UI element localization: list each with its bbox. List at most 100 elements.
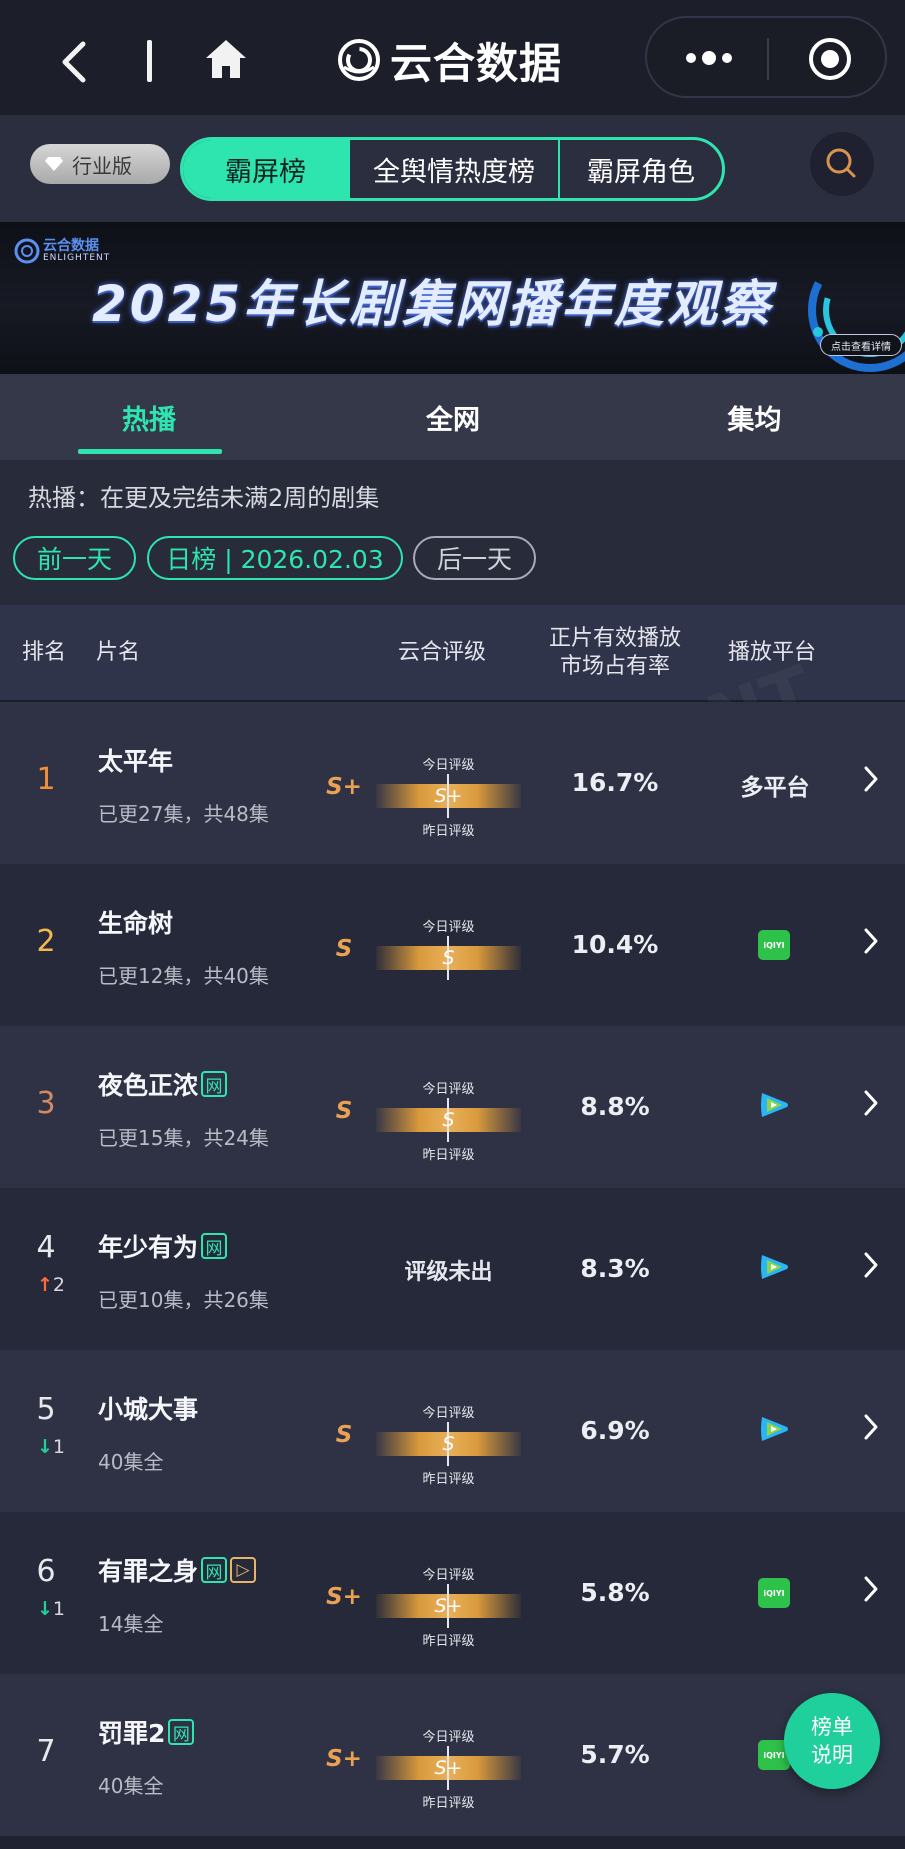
rank-change-value: 2 xyxy=(52,1274,65,1296)
top-nav-bar: 云合数据 xyxy=(0,0,905,115)
tab-hot[interactable]: 热播 xyxy=(0,374,302,460)
date-picker-button[interactable]: 日榜 | 2026.02.03 xyxy=(147,536,403,580)
tab-hot-label: 热播 xyxy=(122,404,176,436)
show-title: 生命树 xyxy=(98,909,174,938)
today-rating-label: 今日评级 xyxy=(422,920,475,935)
chevron-right-icon[interactable] xyxy=(862,1250,880,1280)
grade-label: S xyxy=(335,1422,353,1448)
ranking-description: 热播：在更及完结未满2周的剧集 xyxy=(28,484,380,512)
chevron-right-icon[interactable] xyxy=(862,1412,880,1442)
tencent-video-icon xyxy=(761,1093,788,1117)
show-title: 太平年 xyxy=(98,747,174,776)
episode-status: 14集全 xyxy=(98,1612,164,1636)
show-title: 小城大事 xyxy=(98,1395,199,1424)
show-title-wrap: 太平年 xyxy=(98,742,173,778)
web-drama-tag: 网 xyxy=(201,1233,228,1259)
banner-view-details-button[interactable]: 点击查看详情 xyxy=(820,334,902,356)
chevron-right-icon[interactable] xyxy=(862,1574,880,1604)
chevron-left-icon[interactable] xyxy=(55,38,95,86)
rank-change-value: 1 xyxy=(52,1436,65,1458)
header-rating: 云合评级 xyxy=(398,640,487,665)
ranking-type-segment: 霸屏榜 全舆情热度榜 霸屏角色 xyxy=(180,137,725,201)
header-title: 片名 xyxy=(96,640,141,665)
app-title-text: 云合数据 xyxy=(390,38,563,88)
tab-all-network-label: 全网 xyxy=(426,404,480,436)
rating-value: S xyxy=(442,947,455,969)
header-market-share: 正片有效播放 市场占有率 xyxy=(540,625,690,681)
more-dots-icon[interactable] xyxy=(681,50,737,66)
table-row[interactable]: 6 ↓1 有罪之身 网 ▷ 14集全 S+ 今日评级 S+ 昨日评级 5.8% … xyxy=(0,1512,905,1674)
nav-divider xyxy=(147,40,152,82)
rating-value: S xyxy=(442,1109,455,1131)
grade-label: S xyxy=(335,936,353,962)
rating-value: S+ xyxy=(434,1757,463,1779)
yesterday-rating-label: 昨日评级 xyxy=(422,1472,475,1487)
today-rating-label: 今日评级 xyxy=(422,1406,475,1421)
tencent-video-icon xyxy=(761,1255,788,1279)
episode-status: 已更12集，共40集 xyxy=(98,964,269,988)
chevron-right-icon[interactable] xyxy=(862,1088,880,1118)
active-tab-indicator xyxy=(78,449,222,454)
show-title-wrap: 有罪之身 网 ▷ xyxy=(98,1552,257,1588)
rank-number: 5 xyxy=(36,1392,56,1427)
table-row[interactable]: 4 ↑2 年少有为 网 已更10集，共26集 评级未出 8.3% xyxy=(0,1188,905,1350)
episode-status: 已更27集，共48集 xyxy=(98,802,269,826)
rating-value: S+ xyxy=(434,1595,463,1617)
rank-change: ↓1 xyxy=(26,1598,76,1620)
web-drama-tag: 网 xyxy=(201,1071,228,1097)
iqiyi-icon: iQIYI xyxy=(758,930,790,960)
market-share: 10.4% xyxy=(571,930,659,959)
banner-logo-text: 云合数据 xyxy=(43,238,99,254)
segment-sentiment-heat[interactable]: 全舆情热度榜 xyxy=(348,140,558,198)
market-share: 6.9% xyxy=(580,1416,650,1445)
rating-indicator: 今日评级 S+ 昨日评级 xyxy=(376,748,521,848)
home-icon[interactable] xyxy=(203,36,249,82)
enlightent-logo-icon xyxy=(14,238,40,264)
show-title-wrap: 小城大事 xyxy=(98,1390,198,1426)
table-header: 排名 片名 云合评级 正片有效播放 市场占有率 播放平台 xyxy=(0,605,905,702)
table-row[interactable]: 5 ↓1 小城大事 40集全 S 今日评级 S 昨日评级 6.9% xyxy=(0,1350,905,1512)
table-row[interactable]: 7 罚罪2 网 40集全 S+ 今日评级 S+ 昨日评级 5.7% iQIYI xyxy=(0,1674,905,1836)
rating-indicator: 今日评级 S+ 昨日评级 xyxy=(376,1720,521,1820)
arrow-down-icon: ↓ xyxy=(36,1436,53,1458)
previous-day-button[interactable]: 前一天 xyxy=(13,536,136,580)
category-bar: 行业版 霸屏榜 全舆情热度榜 霸屏角色 xyxy=(0,115,905,222)
industry-edition-badge[interactable]: 行业版 xyxy=(30,144,170,184)
target-icon[interactable] xyxy=(807,36,853,82)
show-title-wrap: 罚罪2 网 xyxy=(98,1714,195,1750)
rank-number: 7 xyxy=(36,1734,56,1769)
market-share: 5.7% xyxy=(580,1740,650,1769)
today-rating-label: 今日评级 xyxy=(422,1082,475,1097)
segment-top-characters[interactable]: 霸屏角色 xyxy=(558,140,722,198)
chevron-right-icon[interactable] xyxy=(862,764,880,794)
rank-number: 3 xyxy=(36,1086,56,1121)
rank-change: ↑2 xyxy=(26,1274,76,1296)
rating-not-available: 评级未出 xyxy=(404,1260,493,1285)
show-title-wrap: 夜色正浓 网 xyxy=(98,1066,228,1102)
yesterday-rating-label: 昨日评级 xyxy=(422,824,475,839)
next-day-button[interactable]: 后一天 xyxy=(413,536,536,580)
tab-all-network[interactable]: 全网 xyxy=(302,374,604,460)
grade-label: S xyxy=(335,1098,353,1124)
search-button[interactable] xyxy=(810,132,874,196)
ranking-explanation-line1: 榜单 xyxy=(811,1715,853,1739)
rank-number: 6 xyxy=(36,1554,56,1589)
arrow-up-icon: ↑ xyxy=(36,1274,53,1296)
rating-indicator: 今日评级 S 昨日评级 xyxy=(376,1396,521,1496)
grade-label: S+ xyxy=(326,1584,362,1610)
table-row[interactable]: 1 太平年 已更27集，共48集 S+ 今日评级 S+ 昨日评级 16.7% 多… xyxy=(0,702,905,864)
market-share: 5.8% xyxy=(580,1578,650,1607)
ranking-explanation-button[interactable]: 榜单 说明 xyxy=(784,1693,880,1789)
annual-report-banner[interactable]: 云合数据 ENLIGHTENT 2025年长剧集网播年度观察 点击查看详情 xyxy=(0,222,905,374)
rating-value: S+ xyxy=(434,785,463,807)
segment-screen-dominance[interactable]: 霸屏榜 xyxy=(183,140,348,198)
rank-number: 2 xyxy=(36,924,56,959)
show-title: 有罪之身 xyxy=(98,1557,199,1586)
table-row[interactable]: 2 生命树 已更12集，共40集 S 今日评级 S 10.4% iQIYI xyxy=(0,864,905,1026)
chevron-right-icon[interactable] xyxy=(862,926,880,956)
rank-number: 1 xyxy=(36,762,56,797)
table-row[interactable]: 3 夜色正浓 网 已更15集，共24集 S 今日评级 S 昨日评级 8.8% xyxy=(0,1026,905,1188)
today-rating-label: 今日评级 xyxy=(422,1730,475,1745)
enlightent-logo-icon xyxy=(338,39,380,81)
tab-per-episode[interactable]: 集均 xyxy=(604,374,905,460)
